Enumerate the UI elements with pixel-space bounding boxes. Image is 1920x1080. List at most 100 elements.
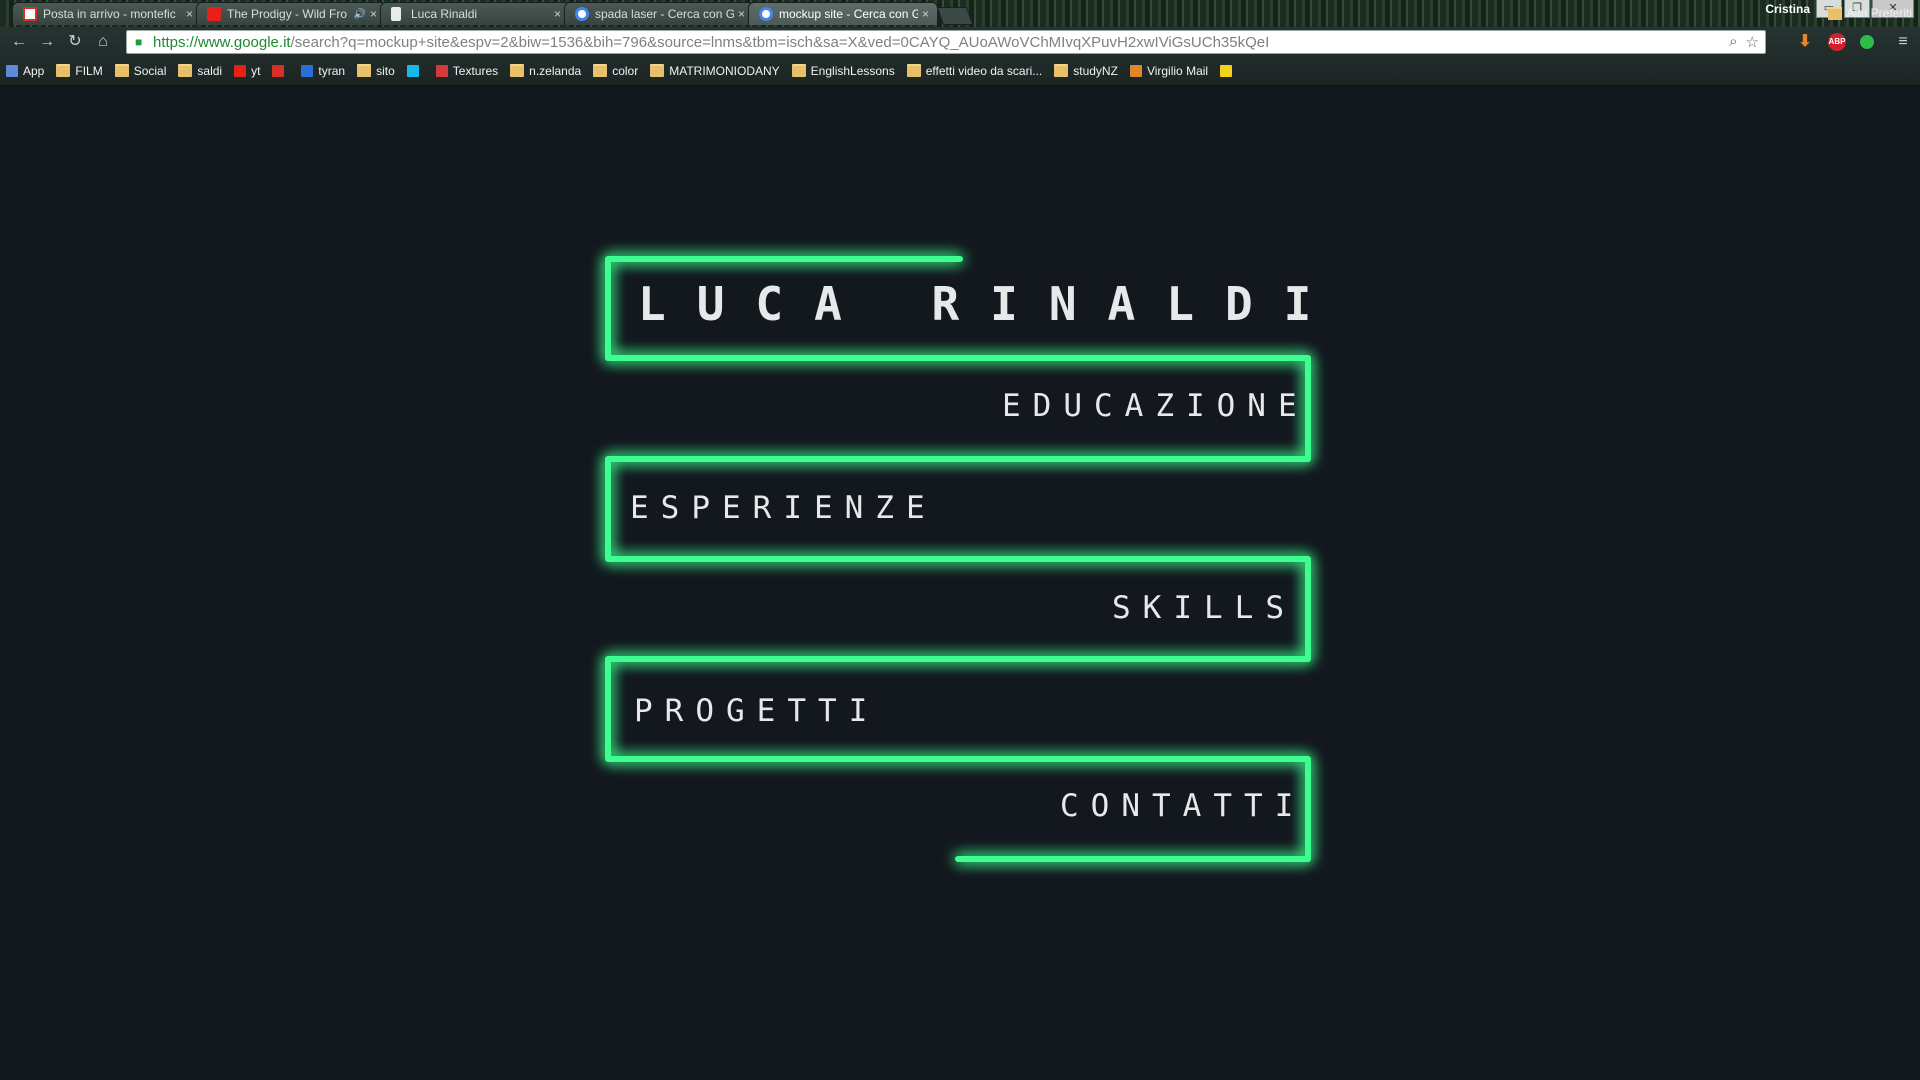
youtube-icon (207, 7, 221, 21)
tab-gmail[interactable]: Posta in arrivo - montefic × (12, 2, 202, 25)
close-icon[interactable]: × (186, 7, 193, 21)
close-icon[interactable]: × (370, 7, 377, 21)
bookmark-item[interactable]: yt (234, 64, 260, 78)
reload-icon[interactable]: ↻ (64, 31, 86, 53)
download-icon[interactable]: ⬇ (1796, 33, 1814, 51)
bookmark-item[interactable]: studyNZ (1054, 64, 1118, 78)
menu-progetti[interactable]: PROGETTI (634, 693, 879, 729)
bookmark-label: studyNZ (1073, 63, 1118, 78)
tab-title: Posta in arrivo - montefic (43, 7, 176, 21)
close-icon[interactable]: × (922, 7, 929, 21)
favicon-icon (1220, 64, 1233, 77)
menu-icon[interactable]: ≡ (1892, 31, 1914, 53)
menu-esperienze[interactable]: ESPERIENZE (630, 490, 937, 526)
omnibox-actions: ⌕ ☆ (1729, 33, 1759, 51)
tab-title: Luca Rinaldi (411, 7, 478, 21)
folder-icon (593, 64, 608, 77)
menu-educazione[interactable]: EDUCAZIONE (1002, 388, 1309, 424)
bookmark-item[interactable]: App (6, 64, 44, 78)
bookmark-label: yt (251, 63, 261, 78)
folder-icon (114, 64, 129, 77)
bookmark-label: EnglishLessons (810, 63, 895, 78)
bookmark-item[interactable]: saldi (178, 64, 222, 78)
bookmark-item[interactable]: color (593, 64, 638, 78)
back-icon[interactable]: ← (8, 31, 30, 53)
bookmark-label: MATRIMONIODANY (669, 63, 780, 78)
bookmark-item[interactable]: Virgilio Mail (1129, 63, 1209, 78)
folder-icon (510, 64, 525, 77)
bookmarks-bar: App FILM Social saldi yt tyran sito Textures n.z… (0, 57, 1920, 84)
speaker-icon[interactable]: 🔊 (354, 9, 366, 20)
tab-strip: Posta in arrivo - montefic × The Prodigy… (0, 0, 1920, 27)
tabs: Posta in arrivo - montefic × The Prodigy… (12, 2, 974, 27)
bookmark-label: color (612, 63, 639, 78)
menu-skills[interactable]: SKILLS (1112, 590, 1296, 626)
tab-luca-rinaldi[interactable]: Luca Rinaldi × (380, 2, 570, 25)
bookmark-item[interactable]: Social (114, 63, 167, 78)
site-title: LUCA RINALDI (638, 277, 1343, 331)
search-icon[interactable]: ⌕ (1729, 33, 1737, 51)
bookmark-item[interactable]: tyran (301, 64, 345, 78)
url-path: /search?q=mockup+site&espv=2&biw=1536&bi… (290, 33, 1270, 51)
apps-icon (6, 64, 18, 77)
tab-title: The Prodigy - Wild Fro (227, 7, 348, 21)
favicon-icon (272, 64, 285, 77)
folder-icon (178, 64, 193, 77)
bookmark-item[interactable]: Textures (435, 63, 499, 78)
url-host: https://www.google.it (153, 33, 291, 51)
green-extension-icon[interactable] (1860, 35, 1874, 49)
google-icon (575, 7, 589, 21)
bookmark-label: n.zelanda (529, 63, 582, 78)
tab-title: spada laser - Cerca con G (595, 7, 734, 21)
address-bar[interactable]: ■ https://www.google.it/search?q=mockup+… (126, 30, 1766, 54)
bookmark-item[interactable] (1220, 64, 1237, 77)
folder-icon (906, 64, 921, 77)
forward-icon[interactable]: → (36, 31, 58, 53)
neon-serpentine-frame (605, 256, 1311, 862)
bookmark-label: Textures (452, 63, 499, 78)
bookmark-label: Social (133, 63, 167, 78)
folder-icon (650, 64, 665, 77)
gmail-icon (23, 7, 37, 21)
new-tab-button[interactable] (936, 7, 974, 25)
home-icon[interactable]: ⌂ (92, 31, 114, 53)
tab-mockup-site[interactable]: mockup site - Cerca con G × (748, 2, 938, 25)
bookmark-item[interactable]: FILM (56, 63, 103, 78)
tab-youtube[interactable]: The Prodigy - Wild Fro 🔊 × (196, 2, 386, 25)
bookmark-item[interactable]: EnglishLessons (791, 63, 895, 78)
other-bookmarks[interactable]: Altri Preferiti (1827, 6, 1912, 20)
neon-line (605, 256, 1311, 862)
bookmark-item[interactable]: sito (357, 64, 395, 78)
favicon-icon (406, 64, 419, 77)
url-text[interactable]: https://www.google.it/search?q=mockup+si… (153, 34, 1729, 51)
star-icon[interactable]: ☆ (1746, 33, 1759, 51)
close-icon[interactable]: × (738, 7, 745, 21)
profile-name[interactable]: Cristina (1765, 2, 1810, 16)
other-bookmarks-label: Altri Preferiti (1846, 6, 1912, 20)
bookmark-label: FILM (75, 63, 103, 78)
bookmark-label: saldi (197, 63, 223, 78)
tab-title: mockup site - Cerca con G (779, 7, 918, 21)
favicon-icon (1129, 64, 1142, 77)
bookmark-label: App (23, 63, 45, 78)
bookmark-item[interactable] (272, 64, 289, 77)
bookmark-item[interactable]: MATRIMONIODANY (650, 63, 780, 78)
adblock-icon[interactable]: ABP (1828, 33, 1846, 51)
menu-contatti[interactable]: CONTATTI (1060, 788, 1305, 824)
bookmark-label: sito (376, 63, 395, 78)
favicon-icon (234, 64, 247, 77)
bookmark-label: tyran (318, 63, 346, 78)
tab-spada-laser[interactable]: spada laser - Cerca con G × (564, 2, 754, 25)
folder-icon (56, 64, 71, 77)
favicon-icon (301, 64, 314, 77)
folder-icon (357, 64, 372, 77)
lock-icon: ■ (135, 35, 143, 49)
bookmark-item[interactable]: n.zelanda (510, 64, 581, 78)
bookmark-item[interactable]: effetti video da scari... (906, 64, 1042, 78)
browser-chrome: Posta in arrivo - montefic × The Prodigy… (0, 0, 1920, 86)
favicon-icon (435, 64, 448, 77)
bookmark-label: Virgilio Mail (1146, 63, 1209, 78)
bookmark-item[interactable] (406, 64, 424, 77)
close-icon[interactable]: × (554, 7, 561, 21)
folder-icon (1054, 64, 1069, 77)
